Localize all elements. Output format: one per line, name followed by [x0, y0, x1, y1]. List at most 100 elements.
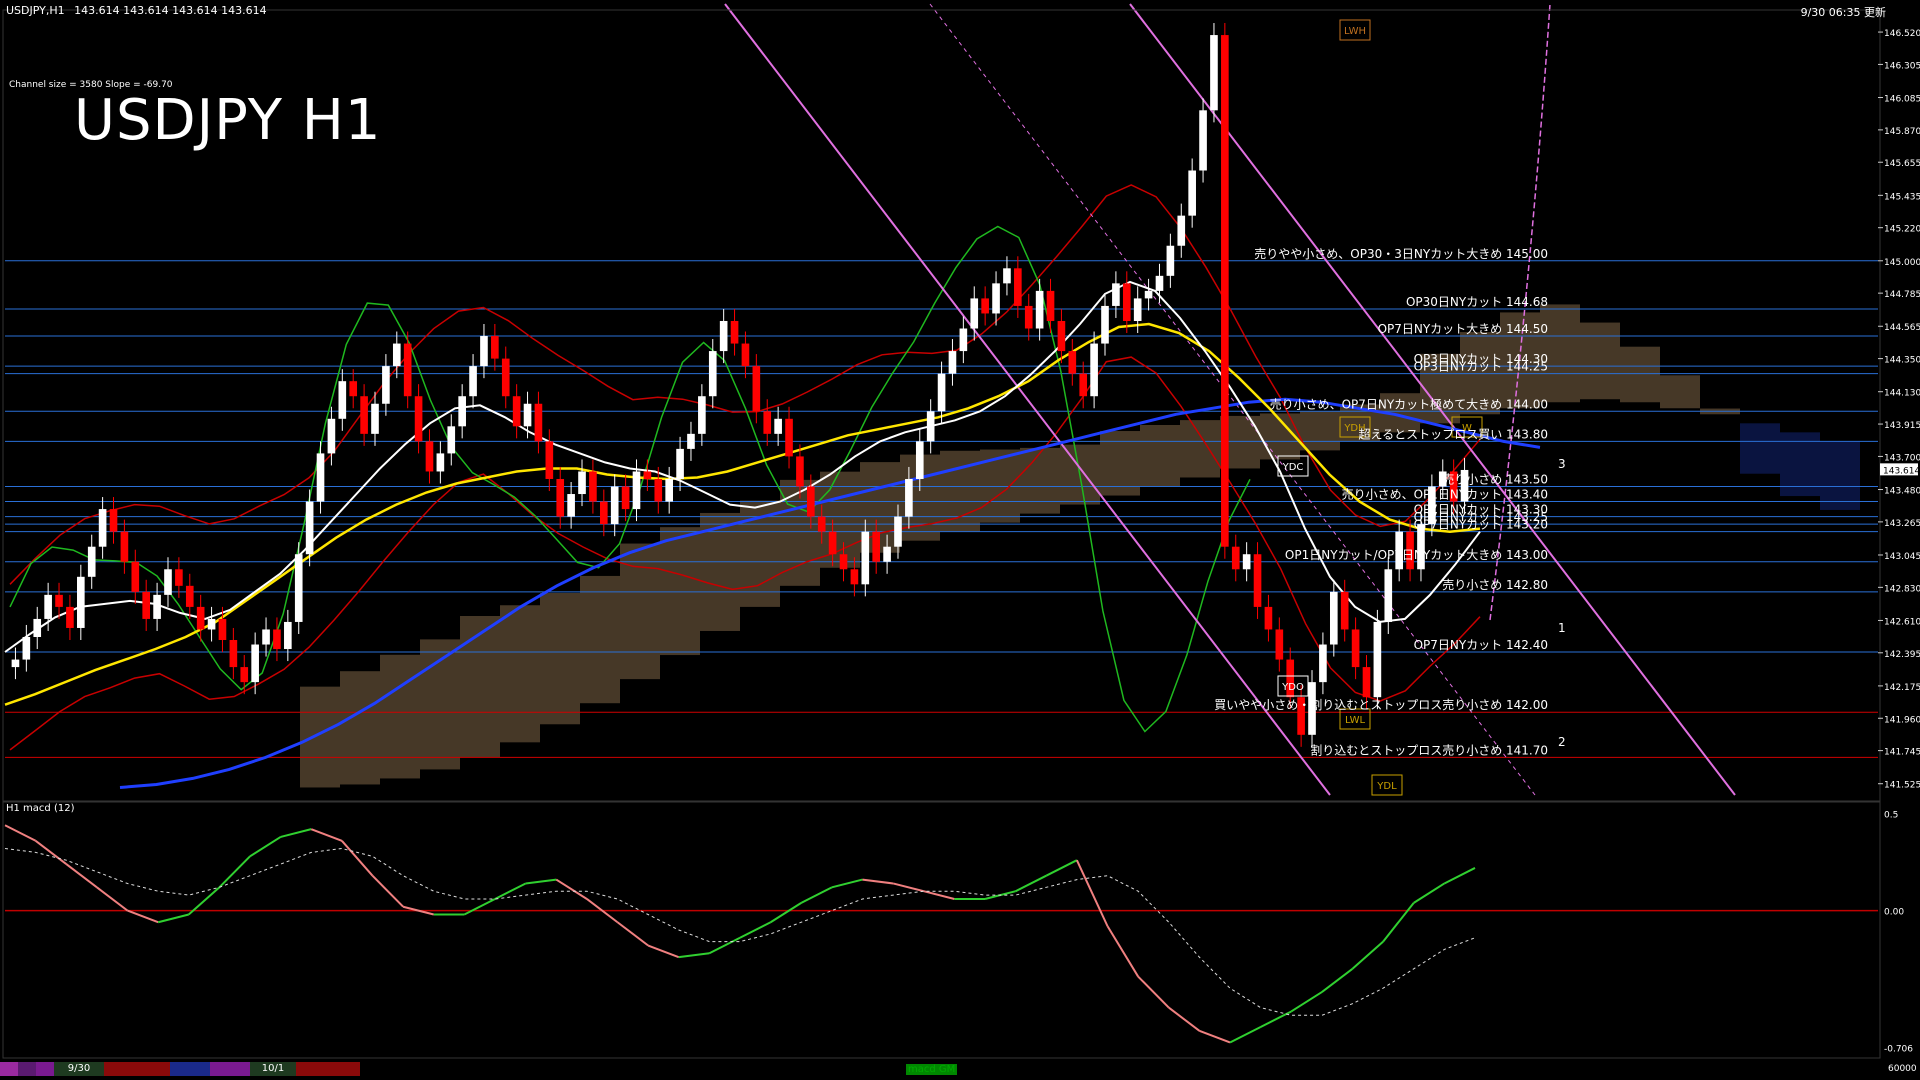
candle-bear	[218, 618, 227, 641]
candle-bull	[1144, 290, 1153, 299]
candle-bull	[959, 328, 968, 352]
candle-bull	[77, 576, 85, 628]
candle-bull	[392, 343, 401, 367]
cloud-segment	[340, 671, 380, 785]
box-label: YDL	[1376, 781, 1397, 792]
price-tick-label: 144.565	[1884, 323, 1920, 333]
candle-bear	[1264, 606, 1273, 630]
macd-tick-label: 0.5	[1884, 811, 1898, 821]
candle-bear	[360, 396, 368, 434]
candle-bear	[1340, 591, 1349, 630]
price-chart[interactable]: LWHYDHYDCYDOLWLYDLW123 売りやや小さめ、OP30・3日NY…	[0, 0, 1920, 1080]
candle-bear	[229, 640, 238, 668]
bottom-right-value: 60000	[1888, 1064, 1917, 1074]
candle-bull	[1177, 215, 1186, 246]
price-tick-label: 146.520	[1884, 29, 1920, 39]
candle-bull	[708, 351, 717, 397]
wave-label: 2	[1558, 735, 1566, 749]
level-label: 買いやや小さめ・割り込むとストップロス売り小さめ 142.00	[1214, 697, 1548, 712]
macd-tick-label: -0.706	[1884, 1045, 1913, 1055]
box-label: YDO	[1281, 682, 1304, 693]
candle-bear	[414, 396, 423, 442]
candle-bull	[1242, 554, 1251, 570]
candle-bull	[687, 433, 695, 449]
candle-bear	[589, 471, 597, 502]
candle-bull	[1188, 170, 1196, 216]
price-tick-label: 143.265	[1884, 519, 1920, 529]
candle-bear	[1024, 305, 1033, 329]
cloud-segment	[1740, 423, 1780, 474]
date-tab-10-1[interactable]: 10/1	[250, 1062, 296, 1076]
candle-bull	[665, 478, 673, 502]
candle-bear	[512, 396, 521, 427]
chart-header: USDJPY,H1 143.614 143.614 143.614 143.61…	[6, 4, 273, 17]
symbol-label: USDJPY,H1	[6, 4, 65, 17]
candle-bull	[1003, 268, 1011, 284]
candle-bull	[284, 621, 292, 650]
candle-bull	[1199, 110, 1207, 171]
candle-bear	[839, 554, 848, 570]
candle-bear	[763, 411, 772, 434]
cloud-segment	[1300, 411, 1340, 451]
candle-bull	[937, 373, 946, 412]
cloud-segment	[460, 615, 500, 758]
candle-bull	[676, 448, 684, 479]
price-tick-label: 144.785	[1884, 290, 1920, 300]
candle-bear	[425, 441, 434, 472]
candle-bear	[240, 667, 249, 683]
candle-bull	[469, 366, 477, 397]
chart-title: USDJPY H1	[74, 88, 382, 153]
candle-bull	[207, 618, 216, 630]
candle-bull	[926, 411, 935, 442]
candle-bull	[33, 618, 42, 637]
level-label: 割り込むとストップロス売り小さめ 141.70	[1310, 742, 1548, 757]
level-label: 売りやや小さめ、OP30・3日NYカット大きめ 145.00	[1254, 246, 1548, 261]
candle-bull	[436, 453, 445, 472]
candle-bull	[316, 453, 325, 502]
price-tick-label: 145.220	[1884, 225, 1920, 235]
macd-tab[interactable]: macd GM	[906, 1064, 958, 1075]
level-label: 売り小さめ 142.80	[1442, 577, 1548, 592]
bar-seg	[104, 1062, 170, 1076]
candle-bull	[719, 320, 728, 352]
candle-bull	[305, 501, 314, 555]
candle-bull	[970, 298, 979, 329]
price-tick-label: 143.045	[1884, 552, 1920, 562]
cloud-segment	[540, 593, 580, 725]
candle-bear	[1362, 667, 1371, 698]
candle-bear	[741, 343, 750, 367]
wave-label: 1	[1558, 621, 1566, 635]
level-label: OP7日NYカット 143.20	[1414, 518, 1548, 532]
candle-bear	[1014, 268, 1022, 306]
price-tick-label: 145.655	[1884, 159, 1920, 169]
candle-bull	[11, 659, 20, 668]
bar-seg	[296, 1062, 360, 1076]
candle-bull	[992, 283, 1000, 314]
candle-bear	[850, 569, 859, 585]
candle-bear	[66, 606, 74, 628]
price-tick-label: 143.700	[1884, 453, 1920, 463]
candle-bull	[861, 531, 870, 585]
cloud-segment	[300, 686, 340, 788]
cloud-segment	[1180, 420, 1220, 478]
bar-seg	[36, 1062, 54, 1076]
candle-bull	[905, 478, 913, 517]
box-label: LWH	[1344, 26, 1366, 37]
candle-bull	[164, 569, 172, 595]
date-tab-9-30[interactable]: 9/30	[54, 1062, 104, 1076]
cloud-segment	[1620, 346, 1660, 403]
candle-bear	[142, 591, 151, 619]
candle-bull	[894, 516, 902, 547]
cloud-segment	[380, 654, 420, 779]
candle-bull	[1384, 569, 1393, 622]
cloud-segment	[500, 605, 540, 743]
level-label: OP7日NYカット大きめ 144.50	[1378, 322, 1548, 336]
bar-seg	[210, 1062, 250, 1076]
macd-tick-label: 0.00	[1884, 908, 1904, 918]
candle-bull	[632, 471, 641, 510]
candle-bull	[1101, 305, 1109, 344]
candle-bear	[545, 441, 554, 479]
level-label: 超えるとストップロス買い 143.80	[1359, 426, 1548, 441]
candle-bull	[1319, 644, 1327, 683]
price-tick-label: 144.130	[1884, 389, 1920, 399]
